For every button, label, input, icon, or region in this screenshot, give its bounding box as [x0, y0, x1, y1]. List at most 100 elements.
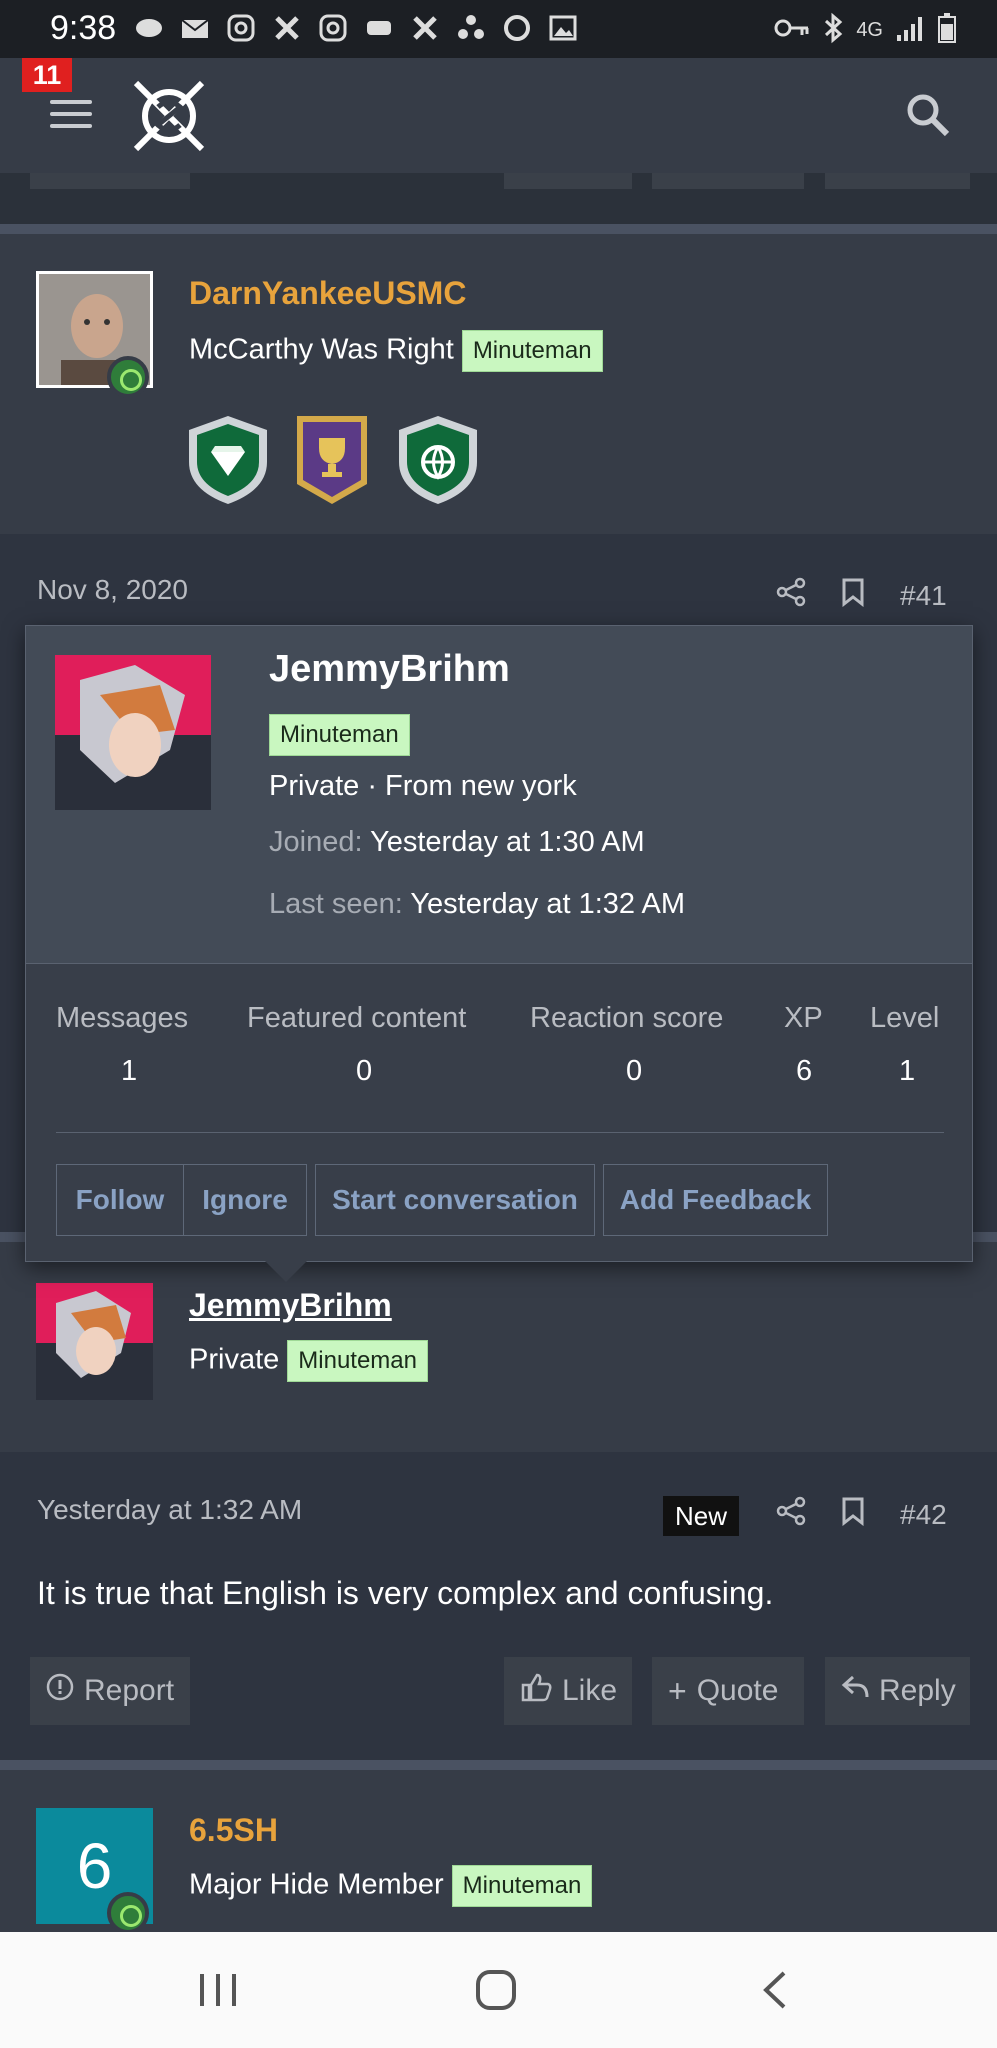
user-title: Private: [189, 1343, 280, 1376]
reply-label: Reply: [879, 1674, 956, 1707]
stat-value-reaction[interactable]: 0: [626, 1055, 642, 1088]
last-seen-value: Yesterday at 1:32 AM: [410, 888, 685, 920]
member-card-stats: Messages 1 Featured content 0 Reaction s…: [26, 963, 972, 1261]
app-icon: [501, 12, 533, 44]
search-icon[interactable]: [905, 92, 951, 138]
mail-icon: [179, 12, 211, 44]
app-icon: [363, 12, 395, 44]
trophy-shield-icon[interactable]: [293, 412, 371, 507]
site-logo[interactable]: [128, 75, 210, 157]
stat-label-reaction: Reaction score: [530, 1002, 724, 1034]
key-icon: [774, 13, 810, 48]
network-type: 4G: [856, 19, 883, 41]
stat-label-messages: Messages: [56, 1002, 189, 1034]
menu-icon[interactable]: [50, 100, 92, 136]
member-last-seen: Last seen: Yesterday at 1:32 AM: [269, 888, 685, 921]
user-title-line: Private Minuteman: [189, 1340, 428, 1382]
chat-bubble-icon: [133, 12, 165, 44]
stats-divider: [56, 1132, 944, 1133]
stat-label-level: Level: [870, 1002, 940, 1034]
start-conversation-button[interactable]: Start conversation: [315, 1164, 595, 1236]
notification-icons: [133, 12, 579, 44]
ignore-button[interactable]: Ignore: [183, 1164, 307, 1236]
quote-button[interactable]: [652, 173, 804, 189]
user-tag: Minuteman: [461, 330, 603, 372]
bookmark-icon[interactable]: [840, 1496, 866, 1533]
post-meta-actions: #41: [776, 577, 947, 614]
globe-shield-icon[interactable]: [393, 412, 483, 507]
thumbs-up-icon: [520, 1672, 552, 1710]
quote-label: Quote: [696, 1674, 779, 1707]
instagram-icon: [225, 12, 257, 44]
user-title-line: McCarthy Was Right Minuteman: [189, 330, 603, 372]
last-seen-label: Last seen:: [269, 888, 403, 920]
report-button[interactable]: [30, 173, 190, 189]
online-status-icon: [107, 356, 149, 398]
bookmark-icon[interactable]: [840, 577, 866, 614]
follow-button[interactable]: Follow: [56, 1164, 184, 1236]
stat-value-xp: 6: [796, 1055, 813, 1087]
like-button[interactable]: Like: [504, 1657, 632, 1725]
user-tag: Minuteman: [451, 1865, 593, 1907]
app-icon: [455, 12, 487, 44]
stat-label-featured: Featured content: [247, 1002, 467, 1034]
bluetooth-icon: [822, 12, 844, 49]
joined-value: Yesterday at 1:30 AM: [370, 826, 645, 858]
post-divider: [0, 224, 997, 234]
app-icon: [409, 12, 441, 44]
report-button[interactable]: Report: [30, 1657, 190, 1725]
username[interactable]: JemmyBrihm: [189, 1287, 392, 1324]
member-name[interactable]: JemmyBrihm: [269, 648, 510, 691]
post-number[interactable]: #42: [900, 1499, 947, 1531]
member-tag-wrap: Minuteman: [269, 714, 410, 756]
member-subtitle: Private · From new york: [269, 770, 577, 802]
online-status-icon: [107, 1892, 149, 1934]
stat-value-level: 1: [899, 1055, 916, 1087]
stat-value-messages[interactable]: 1: [121, 1055, 137, 1088]
member-card-header: JemmyBrihm Minuteman Private · From new …: [26, 626, 972, 963]
like-label: Like: [562, 1674, 618, 1707]
image-icon: [547, 12, 579, 44]
share-icon[interactable]: [776, 577, 806, 614]
username[interactable]: DarnYankeeUSMC: [189, 275, 466, 312]
battery-icon: [937, 12, 957, 49]
instagram-icon: [317, 12, 349, 44]
post-date[interactable]: Yesterday at 1:32 AM: [37, 1494, 302, 1526]
post-date[interactable]: Nov 8, 2020: [37, 574, 188, 606]
new-badge: New: [663, 1496, 739, 1536]
add-feedback-button[interactable]: Add Feedback: [603, 1164, 828, 1236]
status-time: 9:38: [50, 9, 117, 47]
member-joined: Joined: Yesterday at 1:30 AM: [269, 826, 645, 859]
member-tag: Minuteman: [269, 714, 410, 756]
user-title-line: Major Hide Member Minuteman: [189, 1865, 593, 1907]
user-title: Major Hide Member: [189, 1868, 444, 1901]
reply-arrow-icon: [841, 1674, 869, 1708]
username[interactable]: 6.5SH: [189, 1812, 278, 1849]
user-tag: Minuteman: [287, 1340, 428, 1382]
previous-post-actions: [0, 173, 997, 231]
recent-apps-icon[interactable]: [198, 1972, 238, 2013]
stat-value-featured[interactable]: 0: [356, 1055, 372, 1088]
post-meta-actions: #42: [776, 1496, 947, 1533]
back-icon[interactable]: [760, 1970, 790, 2015]
reply-button[interactable]: [825, 173, 970, 189]
plus-icon: +: [668, 1672, 687, 1709]
diamond-shield-icon[interactable]: [183, 412, 273, 507]
avatar[interactable]: [36, 1283, 153, 1400]
notification-count-badge[interactable]: 11: [22, 58, 72, 92]
post-number[interactable]: #41: [900, 580, 947, 612]
post-divider: [0, 1760, 997, 1770]
member-avatar[interactable]: [55, 655, 211, 810]
quote-button[interactable]: + Quote: [652, 1657, 804, 1725]
member-tooltip-card: JemmyBrihm Minuteman Private · From new …: [25, 625, 973, 1262]
like-button[interactable]: [504, 173, 632, 189]
reply-button[interactable]: Reply: [825, 1657, 970, 1725]
signal-icon: [895, 13, 925, 48]
system-nav-bar: [0, 1932, 997, 2048]
system-icons: 4G: [774, 12, 957, 49]
post-message: It is true that English is very complex …: [37, 1575, 774, 1611]
share-icon[interactable]: [776, 1496, 806, 1533]
report-label: Report: [84, 1674, 175, 1707]
user-title: McCarthy Was Right: [189, 333, 454, 366]
home-icon[interactable]: [474, 1968, 518, 2017]
